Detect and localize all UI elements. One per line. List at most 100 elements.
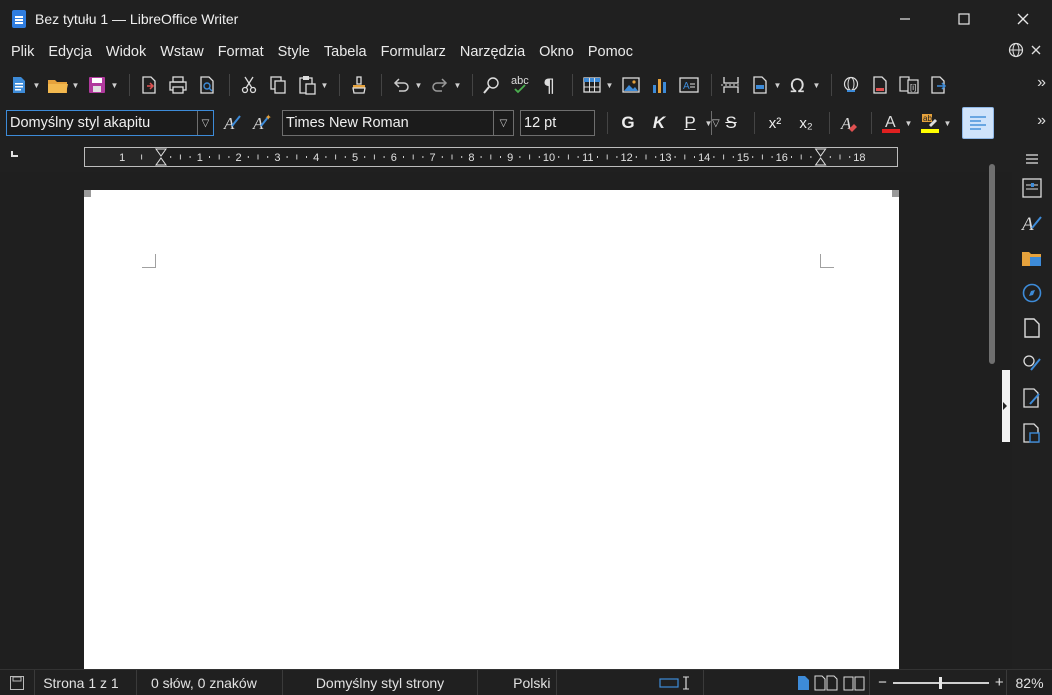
menu-pomoc[interactable]: Pomoc	[581, 38, 640, 66]
cut-button[interactable]	[236, 72, 262, 98]
tab-stop-selector-icon[interactable]	[11, 151, 18, 157]
zoom-slider[interactable]	[892, 676, 989, 690]
menu-wstaw[interactable]: Wstaw	[153, 38, 211, 66]
redo-button[interactable]	[427, 72, 453, 98]
spelling-button[interactable]: abc	[508, 72, 534, 98]
open-dropdown[interactable]: ▼	[71, 72, 80, 98]
menu-edycja[interactable]: Edycja	[41, 38, 99, 66]
page-break-button[interactable]	[718, 72, 744, 98]
scrollbar-thumb[interactable]	[989, 164, 995, 364]
formatting-marks-button[interactable]: ¶	[537, 72, 563, 98]
document-page[interactable]	[84, 190, 899, 690]
font-color-dropdown[interactable]: ▼	[904, 110, 913, 136]
new-document-dropdown[interactable]: ▼	[32, 72, 41, 98]
menu-tabela[interactable]: Tabela	[317, 38, 374, 66]
toolbar-overflow-chevron-icon[interactable]: »	[1037, 112, 1046, 130]
font-size-combo[interactable]: ▽	[520, 110, 720, 136]
track-changes-button[interactable]	[925, 72, 951, 98]
language-status[interactable]: Polski	[478, 669, 558, 695]
zoom-percentage[interactable]: 82%	[1007, 670, 1052, 695]
paste-dropdown[interactable]: ▼	[320, 72, 329, 98]
close-button[interactable]	[993, 0, 1052, 38]
find-replace-button[interactable]	[479, 72, 505, 98]
export-pdf-button[interactable]	[136, 72, 162, 98]
zoom-slider-thumb[interactable]	[939, 676, 943, 689]
insert-textbox-button[interactable]: A	[676, 72, 702, 98]
page-style-status[interactable]: Domyślny styl strony	[283, 669, 479, 695]
sidebar-styles-button[interactable]: A	[1019, 210, 1045, 236]
superscript-button[interactable]: x²	[761, 110, 789, 136]
document-modified-indicator[interactable]	[0, 669, 36, 695]
redo-dropdown[interactable]: ▼	[453, 72, 462, 98]
open-button[interactable]	[45, 72, 71, 98]
language-globe-icon[interactable]	[1008, 42, 1024, 58]
footnote-button[interactable]	[867, 72, 893, 98]
sidebar-properties-button[interactable]	[1019, 175, 1045, 201]
insert-field-button[interactable]	[747, 72, 773, 98]
menu-plik[interactable]: Plik	[4, 38, 41, 66]
italic-button[interactable]: K	[645, 110, 673, 136]
chevron-down-icon[interactable]: ▽	[493, 111, 513, 135]
sidebar-gallery-button[interactable]	[1019, 245, 1045, 271]
align-left-button[interactable]	[962, 107, 994, 139]
font-color-button[interactable]: A	[878, 110, 904, 136]
menu-narzedzia[interactable]: Narzędzia	[453, 38, 532, 66]
copy-button[interactable]	[265, 72, 291, 98]
left-indent-marker[interactable]	[155, 148, 167, 166]
menu-format[interactable]: Format	[211, 38, 271, 66]
selection-mode[interactable]	[557, 669, 704, 695]
vertical-scrollbar[interactable]	[986, 162, 998, 667]
highlight-dropdown[interactable]: ▼	[943, 110, 952, 136]
insert-chart-button[interactable]	[647, 72, 673, 98]
save-dropdown[interactable]: ▼	[110, 72, 119, 98]
print-preview-button[interactable]	[194, 72, 220, 98]
zoom-out-button[interactable]: −	[878, 674, 887, 691]
close-document-icon[interactable]	[1030, 44, 1042, 56]
underline-button[interactable]: P	[676, 110, 704, 136]
new-document-button[interactable]	[6, 72, 32, 98]
subscript-button[interactable]: x₂	[792, 110, 820, 136]
menu-okno[interactable]: Okno	[532, 38, 581, 66]
insert-table-dropdown[interactable]: ▼	[605, 72, 614, 98]
sidebar-collapse-handle[interactable]	[1002, 370, 1010, 442]
sidebar-navigator-button[interactable]	[1019, 280, 1045, 306]
new-style-button[interactable]: A ✦	[249, 110, 275, 136]
strikethrough-button[interactable]: S	[717, 110, 745, 136]
minimize-button[interactable]	[875, 0, 934, 38]
font-name-input[interactable]	[283, 111, 493, 135]
save-button[interactable]	[84, 72, 110, 98]
menu-formularz[interactable]: Formularz	[374, 38, 453, 66]
highlight-button[interactable]: ab	[917, 110, 943, 136]
undo-dropdown[interactable]: ▼	[414, 72, 423, 98]
word-count[interactable]: 0 słów, 0 znaków	[137, 669, 283, 695]
page-count[interactable]: Strona 1 z 1	[35, 669, 137, 695]
menu-widok[interactable]: Widok	[99, 38, 153, 66]
book-view-icon[interactable]	[842, 675, 866, 691]
insert-field-dropdown[interactable]: ▼	[773, 72, 782, 98]
paragraph-style-combo[interactable]: ▽	[6, 110, 214, 136]
chevron-down-icon[interactable]: ▽	[197, 111, 213, 135]
zoom-in-button[interactable]: +	[995, 674, 1004, 691]
multi-page-view-icon[interactable]	[814, 675, 838, 691]
sidebar-style-inspector-button[interactable]	[1019, 350, 1045, 376]
update-style-button[interactable]: A	[220, 110, 246, 136]
sidebar-page-button[interactable]	[1019, 315, 1045, 341]
maximize-button[interactable]	[934, 0, 993, 38]
paragraph-style-input[interactable]	[7, 111, 197, 135]
underline-dropdown[interactable]: ▼	[704, 110, 713, 136]
insert-table-button[interactable]	[579, 72, 605, 98]
special-character-button[interactable]: Ω	[786, 72, 812, 98]
bold-button[interactable]: G	[614, 110, 642, 136]
horizontal-ruler[interactable]: 1 1 2 3 4 5 6 7 8 9 10 11 12 13 14 15 16 18	[84, 147, 898, 167]
sidebar-design-button[interactable]	[1019, 420, 1045, 446]
single-page-view-icon[interactable]	[796, 675, 810, 691]
paste-button[interactable]	[294, 72, 320, 98]
sidebar-manage-changes-button[interactable]	[1019, 385, 1045, 411]
print-button[interactable]	[165, 72, 191, 98]
menu-style[interactable]: Style	[271, 38, 317, 66]
sidebar-menu-button[interactable]	[1019, 146, 1045, 172]
toolbar-overflow-chevron-icon[interactable]: »	[1037, 74, 1046, 92]
undo-button[interactable]	[388, 72, 414, 98]
right-indent-marker[interactable]	[814, 148, 827, 166]
insert-image-button[interactable]	[618, 72, 644, 98]
